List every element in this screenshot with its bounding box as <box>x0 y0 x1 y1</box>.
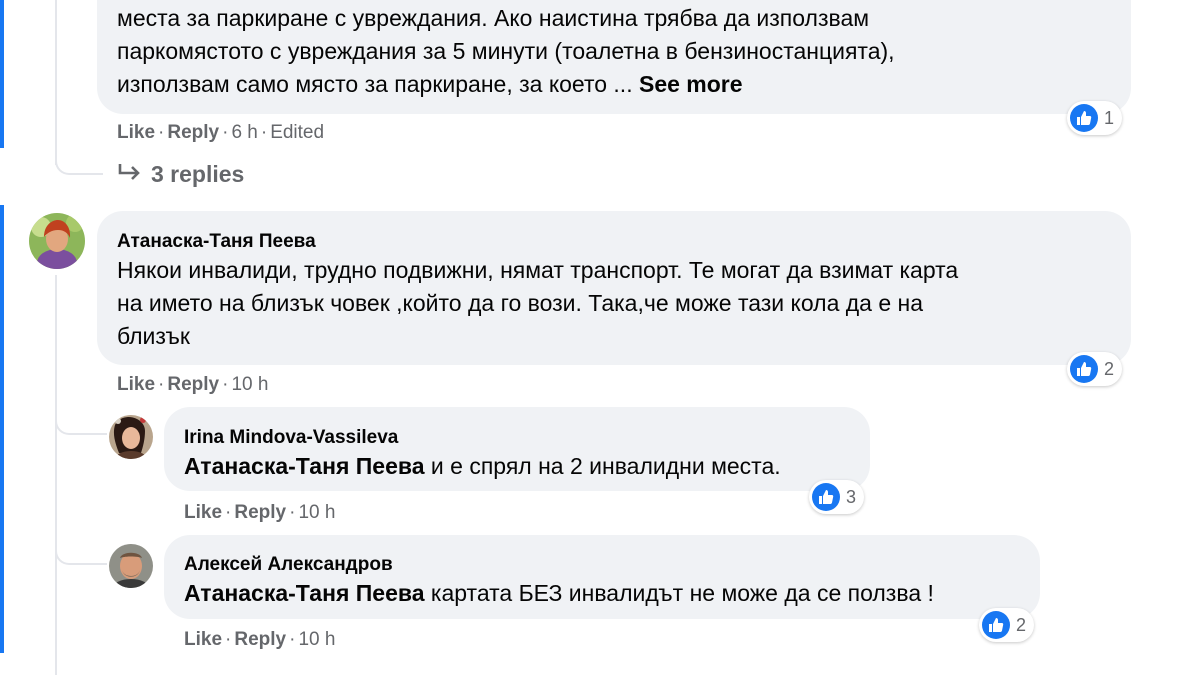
timestamp[interactable]: 6 h <box>231 122 257 143</box>
avatar[interactable] <box>109 544 153 588</box>
comment-text-line: Някои инвалиди, трудно подвижни, нямат т… <box>117 257 959 283</box>
reaction-count[interactable]: 1 <box>1067 101 1123 135</box>
reply-action[interactable]: Reply <box>167 122 219 143</box>
reply-action[interactable]: Reply <box>234 502 286 523</box>
reply-arrow-icon <box>117 161 143 188</box>
comment-text: използвам само място за паркиране, за ко… <box>117 71 633 97</box>
reaction-count[interactable]: 2 <box>1067 352 1123 386</box>
like-thumb-icon <box>1070 355 1098 383</box>
like-action[interactable]: Like <box>184 629 222 650</box>
reaction-count-text: 2 <box>1104 358 1115 379</box>
like-thumb-icon <box>812 483 840 511</box>
reply-text-body: и е спрял на 2 инвалидни места. <box>424 453 781 479</box>
reply-text: Атанаска-Таня Пеева и е спрял на 2 инвал… <box>184 450 781 483</box>
reaction-count-text: 3 <box>846 486 857 507</box>
reply-action[interactable]: Reply <box>167 374 219 395</box>
comment-text-line: паркомястото с увреждания за 5 минути (т… <box>117 38 895 64</box>
reaction-count-text: 2 <box>1016 614 1027 635</box>
timestamp[interactable]: 10 h <box>298 629 335 650</box>
edited-label: Edited <box>270 122 325 143</box>
replies-count-label: 3 replies <box>151 161 245 187</box>
like-thumb-icon <box>982 611 1010 639</box>
comment-actions: Like · Reply · 10 h <box>117 374 269 395</box>
comment-text-line: на името на близък човек ,който да го во… <box>117 290 924 316</box>
comment-text-line: места за паркиране с увреждания. Ако наи… <box>117 5 870 31</box>
avatar[interactable] <box>29 213 85 269</box>
reply-action[interactable]: Reply <box>234 629 286 650</box>
reply-author[interactable]: Irina Mindova-Vassileva <box>184 427 398 449</box>
comment-text-line: използвам само място за паркиране, за ко… <box>117 68 743 101</box>
mention-link[interactable]: Атанаска-Таня Пеева <box>184 580 425 606</box>
reply-text-body: картата БЕЗ инвалидът не може да се полз… <box>424 580 934 606</box>
like-action[interactable]: Like <box>184 502 222 523</box>
comment-author[interactable]: Атанаска-Таня Пеева <box>117 231 316 253</box>
thread-accent-bar-top <box>0 0 4 148</box>
reply-actions: Like · Reply · 10 h <box>184 629 336 650</box>
reaction-count-text: 1 <box>1104 107 1115 128</box>
timestamp[interactable]: 10 h <box>231 374 268 395</box>
reply-text: Атанаска-Таня Пеева картата БЕЗ инвалидъ… <box>184 577 934 610</box>
reaction-count[interactable]: 3 <box>809 480 865 514</box>
thread-curve <box>55 150 103 175</box>
reply-thread-curve <box>55 405 107 435</box>
avatar[interactable] <box>109 415 153 459</box>
mention-link[interactable]: Атанаска-Таня Пеева <box>184 453 425 479</box>
reaction-count[interactable]: 2 <box>979 608 1035 642</box>
see-more-link[interactable]: See more <box>639 71 743 97</box>
like-action[interactable]: Like <box>117 374 155 395</box>
timestamp[interactable]: 10 h <box>298 502 335 523</box>
reply-author[interactable]: Алексей Александров <box>184 554 393 576</box>
reply-thread-curve <box>55 535 107 565</box>
comment-text-line: близък <box>117 323 190 349</box>
view-replies-link[interactable]: 3 replies <box>117 161 244 188</box>
reply-thread-line <box>55 275 57 675</box>
like-thumb-icon <box>1070 104 1098 132</box>
reply-actions: Like · Reply · 10 h <box>184 502 336 523</box>
thread-line <box>55 0 57 165</box>
thread-accent-bar-bottom <box>0 205 4 653</box>
like-action[interactable]: Like <box>117 122 155 143</box>
comment-actions: Like · Reply · 6 h · Edited <box>117 122 325 143</box>
